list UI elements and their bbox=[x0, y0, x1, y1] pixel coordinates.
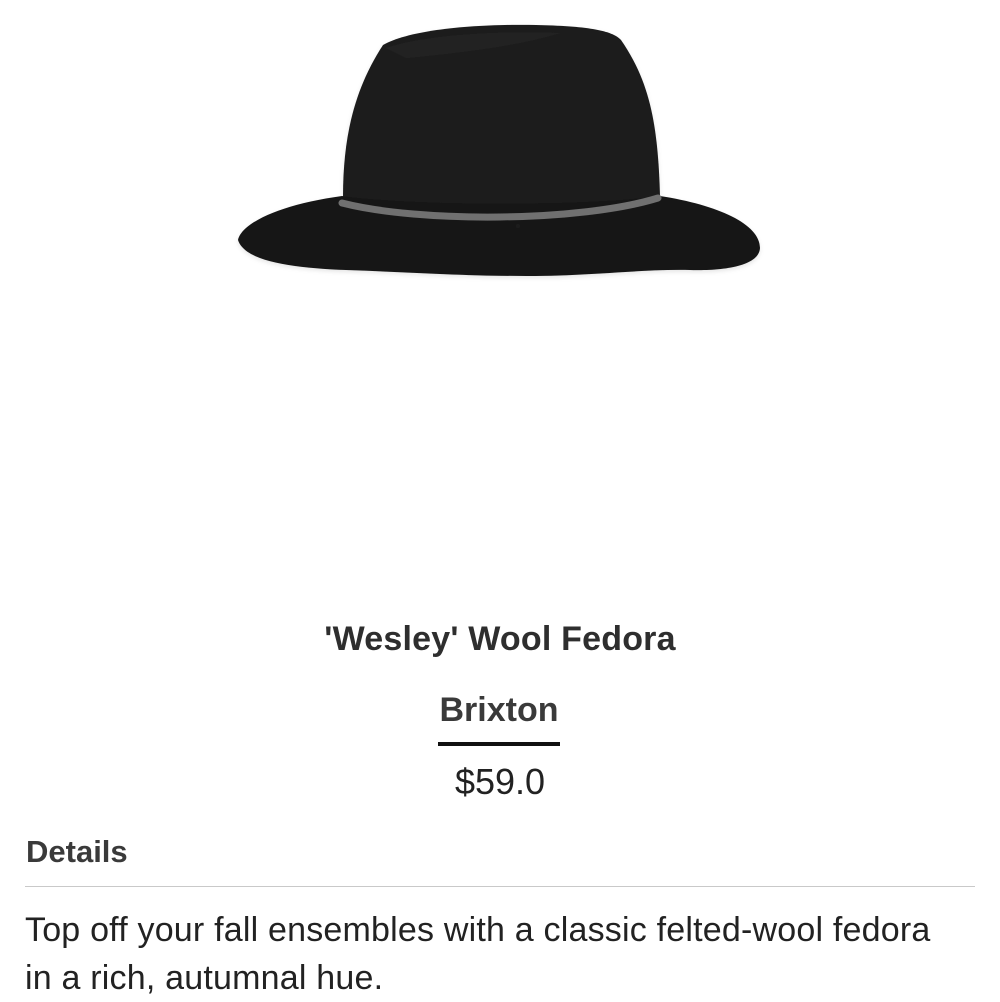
fedora-hat-image bbox=[238, 24, 760, 276]
band-rivet bbox=[515, 223, 521, 229]
product-image bbox=[238, 24, 760, 276]
hat-crown bbox=[343, 24, 660, 209]
product-title: 'Wesley' Wool Fedora bbox=[324, 620, 676, 658]
details-divider bbox=[25, 886, 975, 887]
details-description: Top off your fall ensembles with a class… bbox=[25, 911, 931, 997]
details-heading: Details bbox=[26, 834, 128, 869]
product-price: $59.0 bbox=[454, 761, 546, 802]
brand-link[interactable]: Brixton bbox=[438, 688, 560, 746]
hat-brim bbox=[238, 196, 760, 276]
